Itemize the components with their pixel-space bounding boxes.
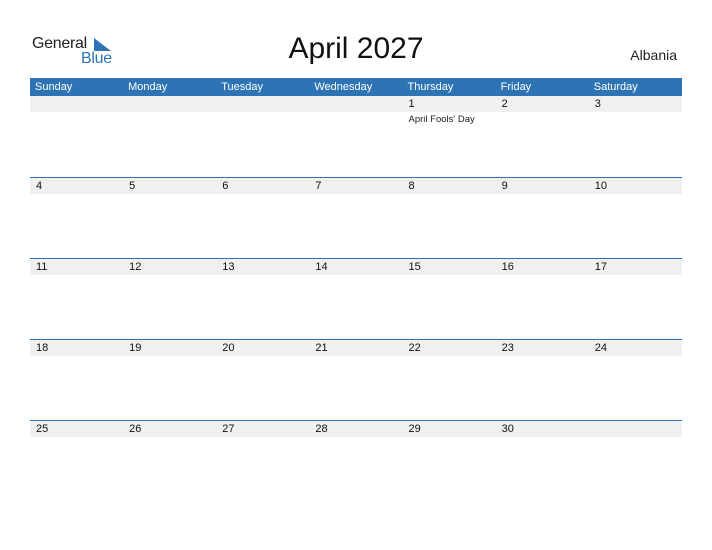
day-event bbox=[589, 437, 682, 439]
weekday-thursday: Thursday bbox=[407, 81, 454, 93]
day-number: 26 bbox=[129, 423, 142, 435]
day-number: 27 bbox=[222, 423, 235, 435]
weekday-friday: Friday bbox=[500, 81, 532, 93]
week-row: 1 2 3 April Fools' Day bbox=[30, 96, 682, 177]
day-number: 22 bbox=[408, 342, 421, 354]
day-event bbox=[496, 356, 589, 358]
day-event bbox=[403, 437, 496, 439]
day-event bbox=[216, 275, 309, 277]
day-number: 21 bbox=[315, 342, 328, 354]
day-event bbox=[216, 437, 309, 439]
page-title: April 2027 bbox=[288, 32, 424, 65]
country-label: Albania bbox=[630, 47, 677, 63]
weekday-sunday: Sunday bbox=[35, 81, 73, 93]
day-number: 19 bbox=[129, 342, 142, 354]
day-number: 16 bbox=[501, 261, 514, 273]
day-number: 13 bbox=[222, 261, 235, 273]
day-event bbox=[216, 356, 309, 358]
day-event bbox=[123, 356, 216, 358]
day-event bbox=[309, 112, 402, 125]
day-number bbox=[30, 96, 123, 112]
day-number: 6 bbox=[222, 180, 229, 192]
day-event bbox=[30, 112, 123, 125]
events-row bbox=[30, 356, 682, 358]
day-event bbox=[403, 275, 496, 277]
day-number: 2 bbox=[501, 98, 508, 110]
day-number bbox=[216, 96, 309, 112]
day-event bbox=[403, 194, 496, 196]
day-number: 17 bbox=[594, 261, 607, 273]
weekday-tuesday: Tuesday bbox=[221, 81, 264, 93]
day-event bbox=[123, 112, 216, 125]
day-number: 5 bbox=[129, 180, 136, 192]
day-number: 23 bbox=[501, 342, 514, 354]
day-event bbox=[30, 356, 123, 358]
day-event bbox=[30, 194, 123, 196]
day-event bbox=[123, 194, 216, 196]
day-event bbox=[589, 194, 682, 196]
date-strip: 18 19 20 21 22 23 24 bbox=[30, 340, 682, 356]
day-number: 11 bbox=[36, 261, 48, 273]
events-row: April Fools' Day bbox=[30, 112, 682, 125]
day-number: 25 bbox=[36, 423, 49, 435]
day-number: 9 bbox=[501, 180, 508, 192]
weekday-monday: Monday bbox=[128, 81, 168, 93]
day-number: 12 bbox=[129, 261, 142, 273]
day-number: 10 bbox=[594, 180, 607, 192]
day-number bbox=[309, 96, 402, 112]
day-number bbox=[589, 421, 682, 437]
day-number: 14 bbox=[315, 261, 328, 273]
events-row bbox=[30, 275, 682, 277]
day-event bbox=[309, 275, 402, 277]
day-number: 3 bbox=[594, 98, 601, 110]
day-event bbox=[309, 194, 402, 196]
day-number: 30 bbox=[501, 423, 514, 435]
day-event bbox=[589, 112, 682, 125]
day-event bbox=[309, 437, 402, 439]
day-number: 29 bbox=[408, 423, 421, 435]
date-strip: 4 5 6 7 8 9 10 bbox=[30, 178, 682, 194]
day-event bbox=[403, 356, 496, 358]
day-number: 24 bbox=[594, 342, 607, 354]
day-number: 15 bbox=[408, 261, 421, 273]
day-event bbox=[496, 112, 589, 125]
day-number: 4 bbox=[36, 180, 43, 192]
day-event bbox=[123, 437, 216, 439]
weekday-header: Sunday Monday Tuesday Wednesday Thursday… bbox=[30, 78, 682, 96]
day-event bbox=[309, 356, 402, 358]
day-event bbox=[496, 437, 589, 439]
day-event bbox=[123, 275, 216, 277]
day-event bbox=[216, 194, 309, 196]
events-row bbox=[30, 194, 682, 196]
day-event bbox=[496, 194, 589, 196]
date-strip: 25 26 27 28 29 30 bbox=[30, 421, 682, 437]
day-number: 20 bbox=[222, 342, 235, 354]
calendar-grid: Sunday Monday Tuesday Wednesday Thursday… bbox=[30, 78, 682, 501]
day-number: 8 bbox=[408, 180, 415, 192]
day-number: 28 bbox=[315, 423, 328, 435]
weekday-saturday: Saturday bbox=[593, 81, 638, 93]
day-number: 1 bbox=[408, 98, 415, 110]
day-event bbox=[30, 437, 123, 439]
day-number: 18 bbox=[36, 342, 49, 354]
week-row: 4 5 6 7 8 9 10 bbox=[30, 177, 682, 258]
day-event bbox=[589, 356, 682, 358]
date-strip: 1 2 3 bbox=[30, 96, 682, 112]
day-event bbox=[30, 275, 123, 277]
week-row: 18 19 20 21 22 23 24 bbox=[30, 339, 682, 420]
weeks-container: 1 2 3 April Fools' Day 4 5 6 7 8 9 10 11 12 13 14 15 16 1… bbox=[30, 96, 682, 501]
day-event bbox=[496, 275, 589, 277]
day-event: April Fools' Day bbox=[408, 114, 475, 125]
week-row: 11 12 13 14 15 16 17 bbox=[30, 258, 682, 339]
week-row: 25 26 27 28 29 30 bbox=[30, 420, 682, 501]
day-number: 7 bbox=[315, 180, 322, 192]
day-event bbox=[589, 275, 682, 277]
events-row bbox=[30, 437, 682, 439]
day-event bbox=[216, 112, 309, 125]
weekday-wednesday: Wednesday bbox=[314, 81, 373, 93]
date-strip: 11 12 13 14 15 16 17 bbox=[30, 259, 682, 275]
day-number bbox=[123, 96, 216, 112]
